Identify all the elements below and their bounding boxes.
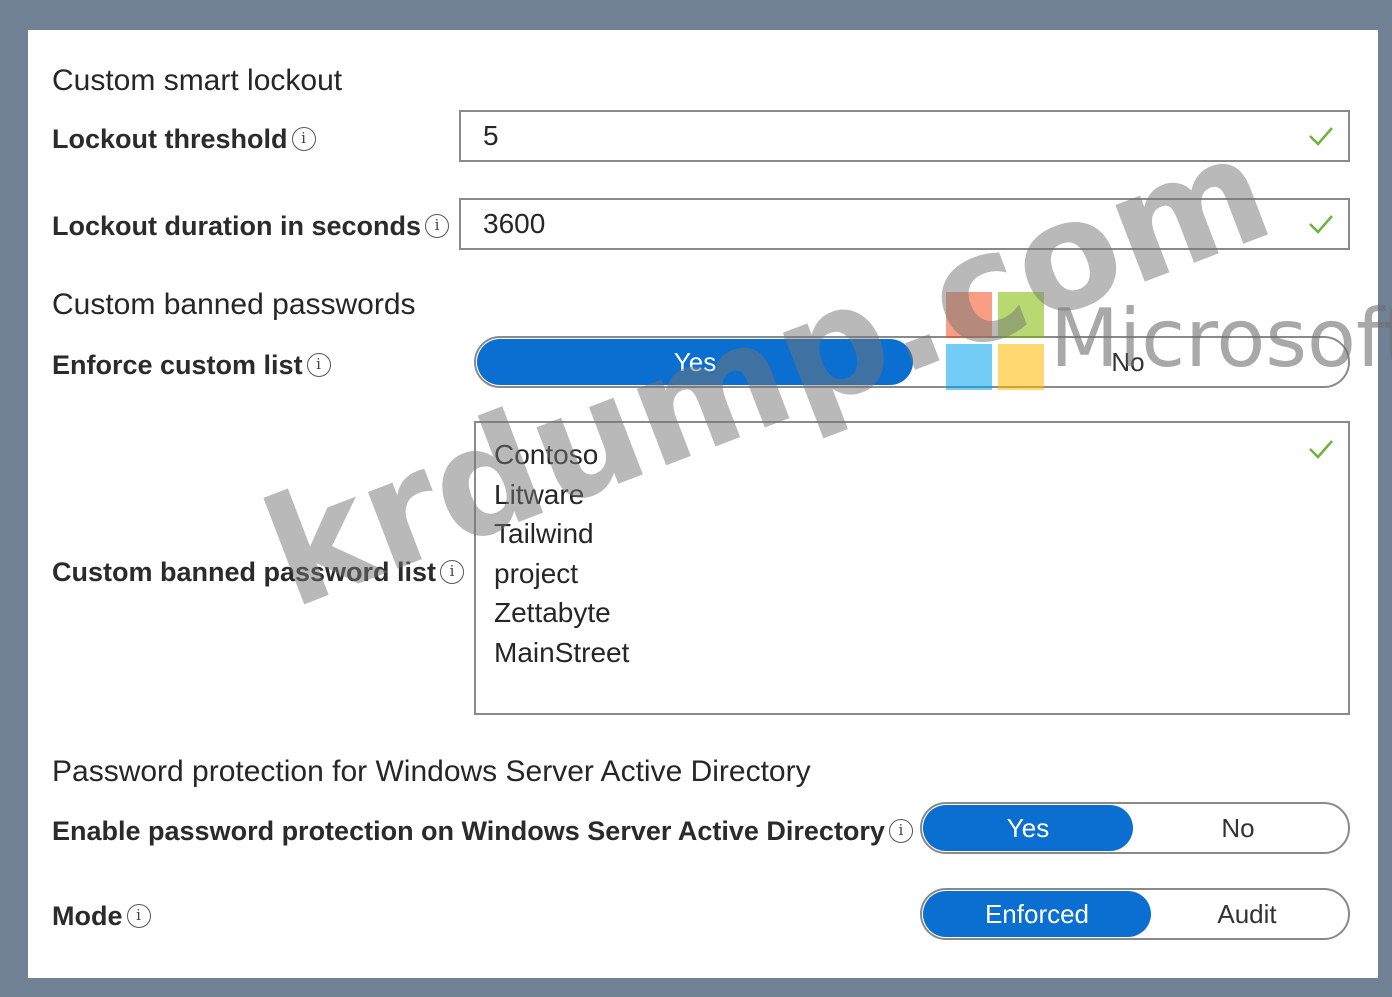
info-icon[interactable]: i bbox=[888, 819, 913, 843]
mode-label-text: Mode bbox=[52, 900, 123, 931]
lockout-threshold-label-text: Lockout threshold bbox=[52, 123, 288, 154]
banned-passwords-heading: Custom banned passwords bbox=[52, 288, 416, 321]
enable-yes-option[interactable]: Yes bbox=[925, 807, 1131, 849]
mode-label: Mode i bbox=[52, 899, 151, 933]
enforce-custom-list-label: Enforce custom list i bbox=[52, 348, 331, 382]
lockout-duration-input[interactable]: 3600 bbox=[459, 198, 1350, 250]
checkmark-icon bbox=[1309, 127, 1333, 146]
banned-password-list-items: Contoso Litware Tailwind project Zettaby… bbox=[494, 435, 629, 673]
password-protection-panel: Custom smart lockout Lockout threshold i… bbox=[28, 30, 1392, 978]
banned-password-list-label-text: Custom banned password list bbox=[52, 556, 437, 587]
lockout-threshold-label: Lockout threshold i bbox=[52, 122, 316, 156]
windows-protection-heading: Password protection for Windows Server A… bbox=[52, 755, 811, 788]
enforce-custom-list-label-text: Enforce custom list bbox=[52, 349, 303, 380]
lockout-threshold-input[interactable]: 5 bbox=[459, 110, 1350, 162]
info-icon[interactable]: i bbox=[425, 214, 450, 238]
list-item: project bbox=[494, 557, 579, 589]
microsoft-logo-watermark bbox=[946, 292, 1046, 392]
mode-audit-option[interactable]: Audit bbox=[1149, 893, 1345, 935]
lockout-threshold-value[interactable]: 5 bbox=[483, 120, 499, 152]
banned-password-list-textarea[interactable]: Contoso Litware Tailwind project Zettaby… bbox=[474, 421, 1350, 715]
checkmark-icon bbox=[1309, 215, 1333, 234]
lockout-duration-label: Lockout duration in seconds i bbox=[52, 209, 450, 243]
enforce-custom-list-toggle[interactable]: Yes No bbox=[474, 336, 1350, 388]
mode-toggle[interactable]: Enforced Audit bbox=[920, 888, 1350, 940]
lockout-duration-label-text: Lockout duration in seconds bbox=[52, 210, 422, 241]
list-item: Litware bbox=[494, 478, 585, 510]
mode-enforced-option[interactable]: Enforced bbox=[925, 893, 1149, 935]
list-item: Zettabyte bbox=[494, 597, 611, 629]
list-item: MainStreet bbox=[494, 636, 630, 668]
banned-password-list-label: Custom banned password list i bbox=[52, 555, 465, 589]
smart-lockout-heading: Custom smart lockout bbox=[52, 64, 343, 97]
info-icon[interactable]: i bbox=[440, 560, 465, 584]
info-icon[interactable]: i bbox=[126, 904, 151, 928]
enable-protection-label: Enable password protection on Windows Se… bbox=[52, 814, 913, 848]
checkmark-icon bbox=[1309, 440, 1333, 459]
info-icon[interactable]: i bbox=[291, 127, 316, 151]
enable-protection-label-text: Enable password protection on Windows Se… bbox=[52, 815, 885, 846]
enable-no-option[interactable]: No bbox=[1131, 807, 1345, 849]
lockout-duration-value[interactable]: 3600 bbox=[483, 208, 545, 240]
info-icon[interactable]: i bbox=[306, 353, 331, 377]
list-item: Tailwind bbox=[494, 518, 594, 550]
list-item: Contoso bbox=[494, 439, 599, 470]
enable-protection-toggle[interactable]: Yes No bbox=[920, 802, 1350, 854]
enforce-yes-option[interactable]: Yes bbox=[479, 341, 911, 383]
